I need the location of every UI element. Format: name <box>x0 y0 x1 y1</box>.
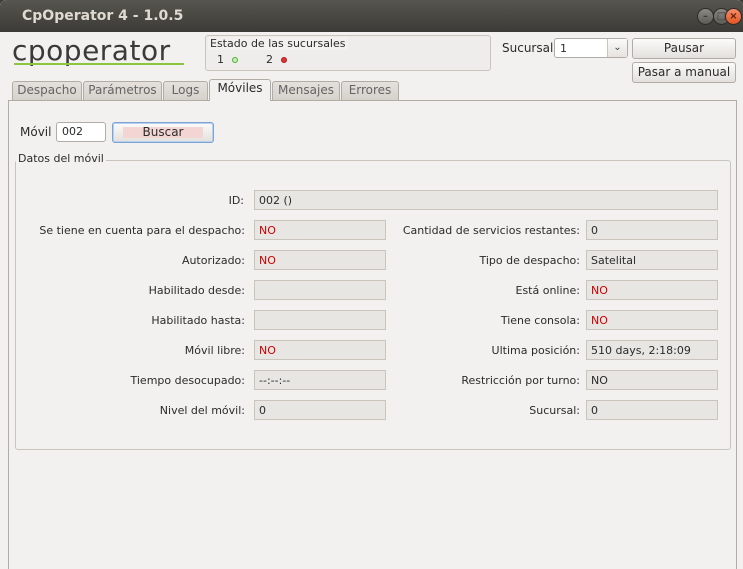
buscar-button[interactable]: Buscar <box>112 122 214 143</box>
esta-online-label: Está online: <box>515 284 581 297</box>
habilitado-hasta-value <box>254 310 386 330</box>
habilitado-desde-value <box>254 280 386 300</box>
despacho-value: NO <box>254 220 386 240</box>
tiempo-desocupado-label: Tiempo desocupado: <box>130 374 245 387</box>
tab-parametros[interactable]: Parámetros <box>83 81 162 100</box>
tab-logs[interactable]: Logs <box>163 81 208 100</box>
minimize-button[interactable]: – <box>697 8 714 25</box>
ultima-posicion-value: 510 days, 2:18:09 <box>586 340 718 360</box>
sucursales-status-box: Estado de las sucursales 1 2 <box>205 35 491 71</box>
buscar-label: Buscar <box>122 126 204 138</box>
sucursal-status-2: 2 <box>266 53 287 66</box>
autorizado-value: NO <box>254 250 386 270</box>
nivel-movil-value: 0 <box>254 400 386 420</box>
sucursal-status-1: 1 <box>217 53 238 66</box>
servicios-restantes-label: Cantidad de servicios restantes: <box>402 224 580 237</box>
sucursal-detail-label: Sucursal: <box>529 404 580 417</box>
tab-moviles[interactable]: Móviles <box>209 79 271 101</box>
despacho-label: Se tiene en cuenta para el despacho: <box>39 224 245 237</box>
window-title: CpOperator 4 - 1.0.5 <box>22 8 184 24</box>
esta-online-value: NO <box>586 280 718 300</box>
close-button[interactable]: × <box>725 8 742 25</box>
ultima-posicion-label: Ultima posición: <box>491 344 580 357</box>
pausar-button[interactable]: Pausar <box>632 38 736 59</box>
servicios-restantes-value: 0 <box>586 220 718 240</box>
movil-input[interactable]: 002 <box>56 122 106 142</box>
autorizado-label: Autorizado: <box>181 254 245 267</box>
status-error-icon <box>281 57 287 63</box>
sucursal-status-label: 2 <box>266 53 273 66</box>
movil-label: Móvil <box>20 125 52 139</box>
logo-underline <box>14 63 184 65</box>
tiempo-desocupado-value: --:--:-- <box>254 370 386 390</box>
tiene-consola-label: Tiene consola: <box>500 314 580 327</box>
sucursal-select[interactable]: 1 ⌄ <box>554 38 628 58</box>
chevron-down-icon[interactable]: ⌄ <box>607 39 627 57</box>
sucursales-status-title: Estado de las sucursales <box>208 37 348 50</box>
tab-errores[interactable]: Errores <box>341 81 399 100</box>
sucursal-label: Sucursal <box>502 41 554 55</box>
title-bar[interactable]: CpOperator 4 - 1.0.5 – □ × <box>0 0 743 32</box>
habilitado-desde-label: Habilitado desde: <box>148 284 245 297</box>
id-value: 002 () <box>254 190 718 210</box>
app-window: CpOperator 4 - 1.0.5 – □ × cpoperator Es… <box>0 0 743 569</box>
sucursal-select-value: 1 <box>560 42 567 55</box>
app-logo: cpoperator <box>12 34 187 68</box>
datos-movil-title: Datos del móvil <box>16 152 106 165</box>
restriccion-turno-label: Restricción por turno: <box>461 374 580 387</box>
tipo-despacho-label: Tipo de despacho: <box>479 254 580 267</box>
movil-libre-value: NO <box>254 340 386 360</box>
movil-libre-label: Móvil libre: <box>184 344 245 357</box>
pasar-manual-button[interactable]: Pasar a manual <box>632 62 736 83</box>
tiene-consola-value: NO <box>586 310 718 330</box>
id-label: ID: <box>228 194 244 207</box>
status-ok-icon <box>232 57 238 63</box>
tab-despacho[interactable]: Despacho <box>12 81 82 100</box>
sucursal-detail-value: 0 <box>586 400 718 420</box>
sucursal-status-label: 1 <box>217 53 224 66</box>
tab-mensajes[interactable]: Mensajes <box>272 81 340 100</box>
restriccion-turno-value: NO <box>586 370 718 390</box>
nivel-movil-label: Nivel del móvil: <box>159 404 245 417</box>
habilitado-hasta-label: Habilitado hasta: <box>151 314 245 327</box>
tipo-despacho-value: Satelital <box>586 250 718 270</box>
